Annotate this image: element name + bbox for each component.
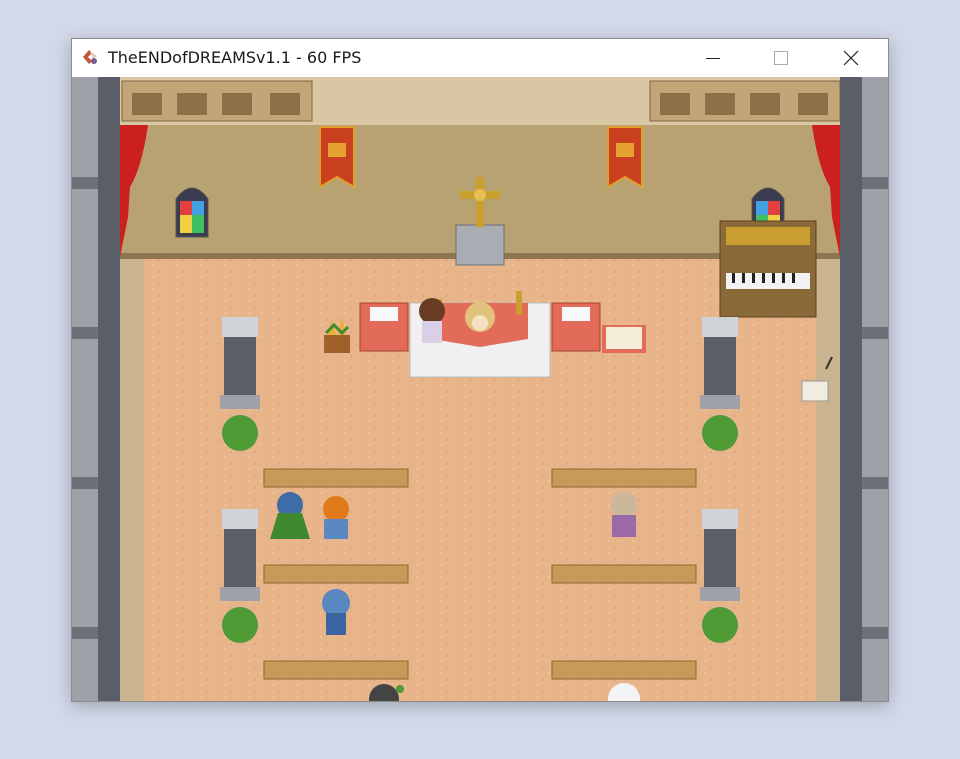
balustrade-left [121,80,313,122]
plant-2 [702,415,738,451]
outer-column-right [840,77,888,701]
plant-4 [702,607,738,643]
minimize-icon [706,58,720,59]
pew-row-2-right[interactable] [551,564,697,584]
stone-pillar-4 [700,509,740,601]
stained-glass-window-left [175,187,209,238]
window-title: TheENDofDREAMSv1.1 - 60 FPS [108,48,362,67]
altar-table-right[interactable] [551,302,601,352]
altar-table-left[interactable] [359,302,409,352]
pipe-organ[interactable] [719,220,817,318]
pew-row-2-left[interactable] [263,564,409,584]
maximize-icon [774,51,788,65]
pew-row-3-left[interactable] [263,660,409,680]
game-app-icon [83,50,97,64]
game-viewport[interactable] [72,77,888,701]
pew-row-1-left[interactable] [263,468,409,488]
stone-pillar-2 [700,317,740,409]
npc-blue-hair[interactable] [322,589,350,635]
npc-orange-hair[interactable] [323,496,349,539]
close-button[interactable] [828,39,874,77]
outer-column-left [72,77,120,701]
banner-left [319,126,355,189]
chapel-scene[interactable] [72,77,888,701]
priest-npc[interactable] [465,302,495,332]
stone-pillar-1 [220,317,260,409]
open-book[interactable] [602,325,646,353]
game-window: TheENDofDREAMSv1.1 - 60 FPS [71,38,889,702]
stone-pillar-3 [220,509,260,601]
close-icon [843,50,859,66]
banner-right [607,126,643,189]
plant-3 [222,607,258,643]
balustrade-right [649,80,841,122]
pew-row-1-right[interactable] [551,468,697,488]
title-bar[interactable]: TheENDofDREAMSv1.1 - 60 FPS [72,39,888,77]
pew-row-3-right[interactable] [551,660,697,680]
plant-1 [222,415,258,451]
maximize-button[interactable] [758,39,804,77]
minimize-button[interactable] [690,39,736,77]
